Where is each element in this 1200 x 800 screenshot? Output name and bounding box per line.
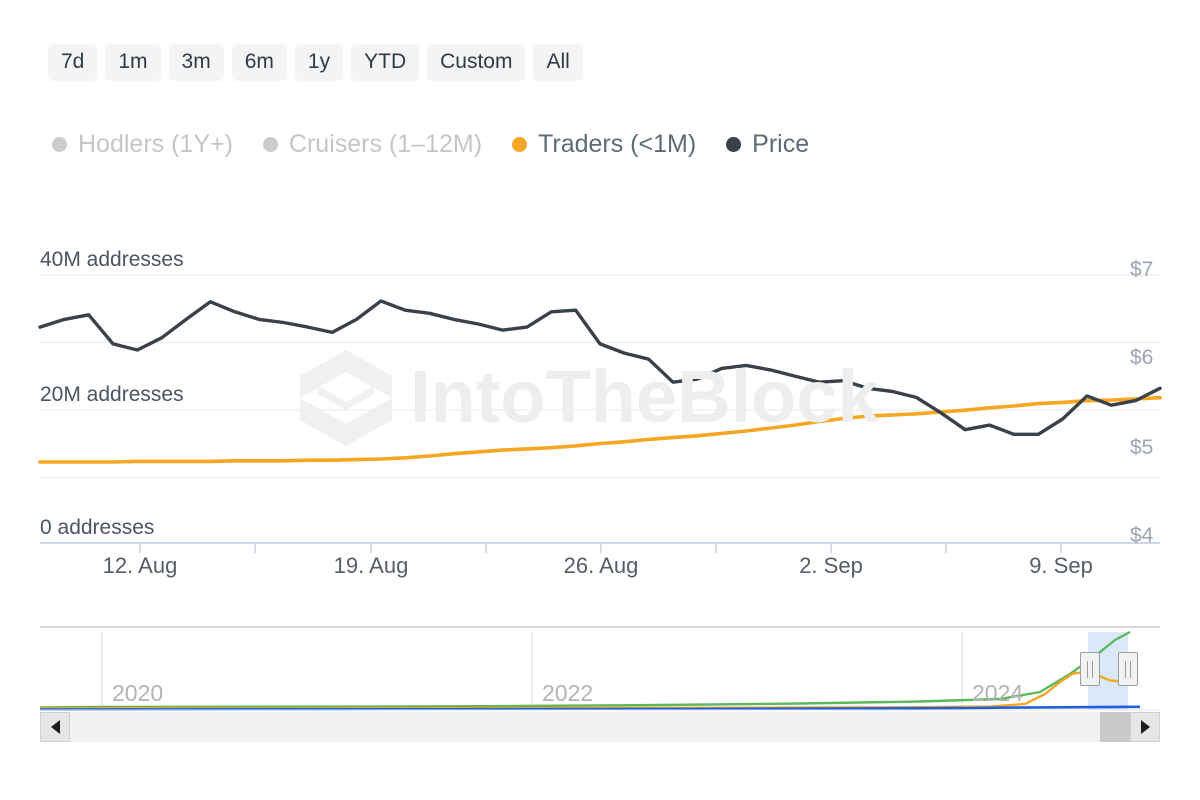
navigator-year-label: 2022 — [542, 680, 593, 707]
chart-legend: Hodlers (1Y+) Cruisers (1–12M) Traders (<1… — [52, 132, 839, 157]
range-3m[interactable]: 3m — [169, 44, 224, 81]
chart-gridlines — [40, 275, 1160, 543]
navigator-scrollbar[interactable] — [40, 712, 1160, 742]
scrollbar-track[interactable] — [70, 712, 1100, 742]
legend-item-2[interactable]: Traders (<1M) — [512, 132, 696, 157]
legend-dot-icon — [52, 137, 67, 152]
legend-dot-icon — [263, 137, 278, 152]
chart-navigator[interactable]: 2020 2022 2024 — [40, 622, 1160, 712]
triangle-left-icon — [51, 720, 60, 734]
legend-dot-icon — [726, 137, 741, 152]
navigator-year-label: 2020 — [112, 680, 163, 707]
x-axis-label: 2. Sep — [799, 553, 863, 579]
series-line-traders-1m — [40, 398, 1160, 462]
y-axis-right-label: $6 — [1130, 346, 1153, 370]
x-axis-label: 12. Aug — [103, 553, 178, 579]
navigator-top-border — [40, 626, 1160, 628]
legend-dot-icon — [512, 137, 527, 152]
range-all[interactable]: All — [533, 44, 582, 81]
chart-page: 7d1m3m6m1yYTDCustomAll Hodlers (1Y+) Crui… — [0, 0, 1200, 800]
intotheblock-watermark: IntoTheBlock — [292, 340, 912, 460]
y-axis-right-label: $4 — [1130, 524, 1153, 548]
y-axis-left-label: 20M addresses — [40, 383, 184, 407]
x-axis-label: 9. Sep — [1029, 553, 1093, 579]
legend-label: Cruisers (1–12M) — [289, 132, 482, 157]
y-axis-right-label: $7 — [1130, 258, 1153, 282]
legend-item-0[interactable]: Hodlers (1Y+) — [52, 132, 233, 157]
navigator-handle-left[interactable] — [1080, 652, 1100, 686]
triangle-right-icon — [1141, 720, 1150, 734]
x-axis-label: 26. Aug — [564, 553, 639, 579]
range-6m[interactable]: 6m — [232, 44, 287, 81]
navigator-year-label: 2024 — [972, 680, 1023, 707]
y-axis-left-label: 0 addresses — [40, 516, 154, 540]
range-1y[interactable]: 1y — [295, 44, 343, 81]
scroll-right-button[interactable] — [1130, 712, 1160, 742]
range-1m[interactable]: 1m — [105, 44, 160, 81]
y-axis-right-label: $5 — [1130, 436, 1153, 460]
time-range-selector: 7d1m3m6m1yYTDCustomAll — [48, 44, 583, 81]
legend-label: Price — [752, 132, 809, 157]
scrollbar-thumb[interactable] — [1100, 712, 1130, 742]
legend-item-1[interactable]: Cruisers (1–12M) — [263, 132, 482, 157]
scroll-left-button[interactable] — [40, 712, 70, 742]
legend-label: Traders (<1M) — [538, 132, 696, 157]
x-axis-label: 19. Aug — [334, 553, 409, 579]
x-axis-ticks — [140, 543, 1061, 553]
watermark-text: IntoTheBlock — [410, 355, 880, 438]
series-line-price — [40, 301, 1160, 434]
range-ytd[interactable]: YTD — [351, 44, 419, 81]
legend-label: Hodlers (1Y+) — [78, 132, 233, 157]
legend-item-3[interactable]: Price — [726, 132, 809, 157]
range-custom[interactable]: Custom — [427, 44, 525, 81]
range-7d[interactable]: 7d — [48, 44, 97, 81]
y-axis-left-label: 40M addresses — [40, 248, 184, 272]
navigator-handle-right[interactable] — [1118, 652, 1138, 686]
